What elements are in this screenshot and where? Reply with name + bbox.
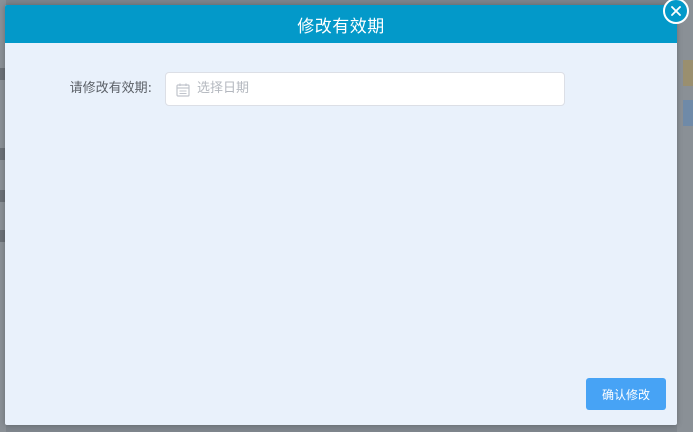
expiry-form-row: 请修改有效期: 选择日期 <box>5 72 677 106</box>
confirm-edit-button[interactable]: 确认修改 <box>586 378 666 410</box>
dialog-title: 修改有效期 <box>297 16 385 37</box>
dialog-header: 修改有效期 <box>5 5 677 43</box>
date-placeholder: 选择日期 <box>197 81 250 96</box>
expiry-date-picker[interactable]: 选择日期 <box>165 72 565 106</box>
edit-expiry-dialog: 修改有效期 请修改有效期: 选择日期 确认修改 <box>5 0 689 425</box>
background-app-block <box>683 60 693 86</box>
background-app-block <box>683 100 693 126</box>
calendar-icon <box>176 83 190 97</box>
close-icon <box>671 6 681 16</box>
expiry-label: 请修改有效期: <box>69 81 152 96</box>
